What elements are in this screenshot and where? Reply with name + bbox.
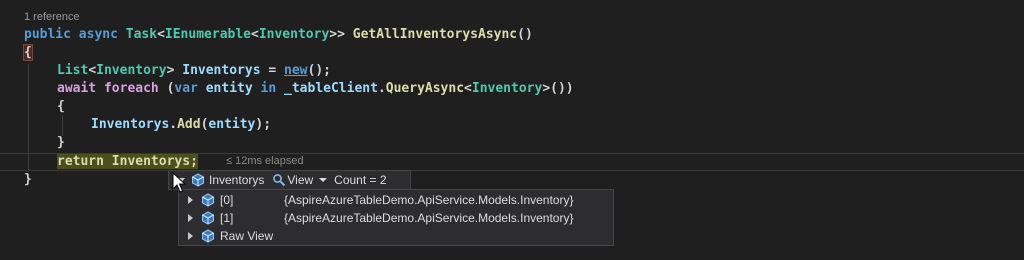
indent-guide <box>62 116 63 136</box>
code-line-add: Inventorys.Add(entity); <box>91 116 271 134</box>
list-item-raw-view[interactable]: Raw View <box>179 227 613 245</box>
list-item[interactable]: [1] {AspireAzureTableDemo.ApiService.Mod… <box>179 209 613 227</box>
punctuation: < <box>251 27 259 42</box>
keyword: new <box>284 63 308 78</box>
punctuation: >()) <box>542 81 574 96</box>
method-name: GetAllInventorysAsync <box>352 27 518 42</box>
view-button[interactable]: View <box>287 173 313 187</box>
datatip-value: Count = 2 <box>334 173 387 187</box>
code-line-foreach: await foreach (var entity in _tableClien… <box>57 80 574 98</box>
punctuation: < <box>464 81 472 96</box>
punctuation: } <box>57 135 65 150</box>
type-name: IEnumerable <box>164 27 251 42</box>
variable-name: entity <box>208 117 256 132</box>
punctuation: } <box>24 172 32 187</box>
code-line-inner-close: } <box>57 134 65 152</box>
code-line-close-brace: } <box>24 171 32 189</box>
variable-name: Inventorys <box>182 63 261 78</box>
perf-tip-elapsed[interactable]: ≤ 12ms elapsed <box>226 155 304 167</box>
object-icon <box>202 193 214 207</box>
punctuation: (); <box>307 63 331 78</box>
code-line-open-brace: { <box>23 44 33 62</box>
variable-name: entity <box>205 81 253 96</box>
punctuation: () <box>517 27 533 42</box>
variable-name[interactable]: Inventorys <box>112 154 190 169</box>
punctuation: > <box>166 63 175 78</box>
punctuation: < <box>157 27 165 42</box>
expand-triangle-icon[interactable] <box>188 214 193 222</box>
punctuation: { <box>57 99 65 114</box>
variable-name: Inventorys <box>91 117 170 132</box>
keyword: in <box>260 81 277 96</box>
code-editor[interactable]: 1 reference public async Task<IEnumerabl… <box>0 0 1024 260</box>
code-line-return: return Inventorys; <box>57 153 198 171</box>
code-line-signature: public async Task<IEnumerable<Inventory>… <box>24 26 533 44</box>
punctuation: . <box>169 117 178 132</box>
type-name: Inventory <box>96 63 167 78</box>
expand-triangle-icon[interactable] <box>188 232 193 240</box>
keyword: var <box>174 81 198 96</box>
code-line-declaration: List<Inventory> Inventorys = new(); <box>57 62 331 80</box>
punctuation: < <box>88 63 97 78</box>
datatip-children: [0] {AspireAzureTableDemo.ApiService.Mod… <box>178 189 614 246</box>
keyword: return <box>57 154 104 169</box>
type-name: List <box>57 63 89 78</box>
punctuation: ); <box>255 117 272 132</box>
keyword: foreach <box>103 81 159 96</box>
keyword: await <box>57 81 97 96</box>
code-line-inner-open: { <box>57 98 65 116</box>
keyword: public <box>24 27 71 42</box>
item-value: {AspireAzureTableDemo.ApiService.Models.… <box>284 211 574 225</box>
method-name: Add <box>177 117 201 132</box>
object-icon <box>202 211 214 225</box>
type-name: Inventory <box>258 27 330 42</box>
dropdown-caret-icon[interactable] <box>319 178 328 182</box>
punctuation: . <box>377 81 386 96</box>
punctuation: >> <box>329 27 345 42</box>
raw-view-label: Raw View <box>220 229 274 243</box>
type-name: Task <box>125 27 158 42</box>
item-name: [1] <box>220 211 234 225</box>
keyword: async <box>78 27 118 42</box>
mouse-pointer-icon <box>172 172 186 193</box>
object-icon <box>202 229 214 243</box>
view-icon[interactable] <box>272 173 286 187</box>
method-name: QueryAsync <box>385 81 465 96</box>
item-value: {AspireAzureTableDemo.ApiService.Models.… <box>284 193 574 207</box>
item-name: [0] <box>220 193 234 207</box>
datatip-header[interactable]: Inventorys View Count = 2 <box>168 170 411 190</box>
punctuation: ; <box>190 154 198 169</box>
list-item[interactable]: [0] {AspireAzureTableDemo.ApiService.Mod… <box>179 191 613 209</box>
datatip-variable-name: Inventorys <box>209 173 265 187</box>
operator: = <box>268 63 277 78</box>
type-name: Inventory <box>471 81 543 96</box>
field-name: _tableClient <box>284 81 378 96</box>
codelens-references[interactable]: 1 reference <box>24 11 80 23</box>
matched-brace: { <box>23 44 33 61</box>
expand-triangle-icon[interactable] <box>188 196 193 204</box>
object-icon <box>192 173 204 187</box>
